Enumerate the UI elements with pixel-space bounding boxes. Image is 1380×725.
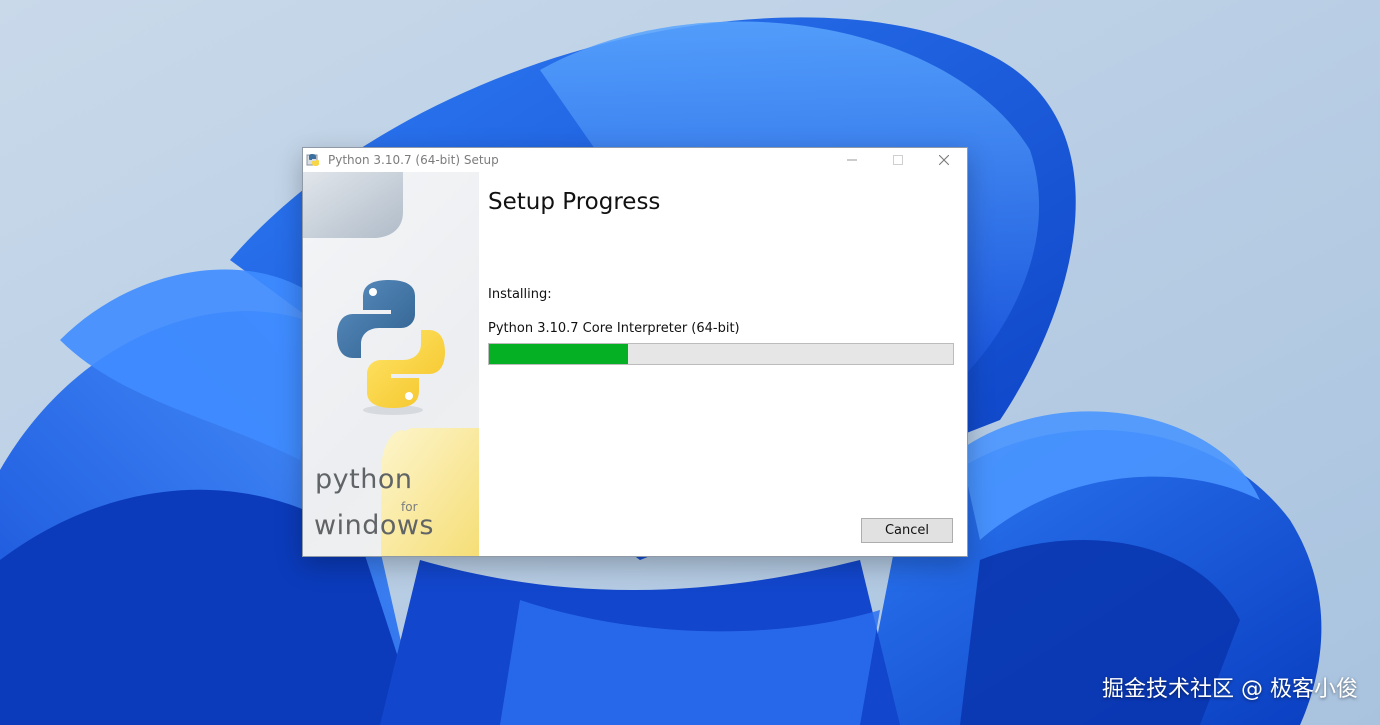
banner-word-python: python bbox=[315, 464, 413, 495]
cancel-button-label: Cancel bbox=[884, 523, 930, 538]
close-icon[interactable] bbox=[921, 148, 967, 172]
page-title: Setup Progress bbox=[488, 189, 661, 215]
banner-word-windows: windows bbox=[314, 510, 435, 541]
python-logo-icon bbox=[337, 280, 445, 408]
setup-window: Python 3.10.7 (64-bit) Setup python for … bbox=[302, 147, 968, 557]
banner-artwork bbox=[303, 172, 479, 556]
python-banner: python for windows bbox=[303, 172, 479, 556]
setup-content: Setup Progress Installing: Python 3.10.7… bbox=[479, 172, 967, 556]
minimize-icon[interactable] bbox=[829, 148, 875, 172]
window-title: Python 3.10.7 (64-bit) Setup bbox=[328, 153, 499, 167]
watermark-text: 掘金技术社区 @ 极客小俊 bbox=[1102, 677, 1358, 702]
title-bar[interactable]: Python 3.10.7 (64-bit) Setup bbox=[303, 148, 967, 172]
maximize-icon[interactable] bbox=[875, 148, 921, 172]
cancel-button[interactable]: Cancel bbox=[861, 518, 953, 543]
current-install-item: Python 3.10.7 Core Interpreter (64-bit) bbox=[488, 321, 740, 336]
progress-fill bbox=[489, 344, 629, 364]
python-setup-icon bbox=[306, 152, 322, 168]
install-progress-bar bbox=[488, 343, 954, 365]
status-label: Installing: bbox=[488, 287, 552, 302]
